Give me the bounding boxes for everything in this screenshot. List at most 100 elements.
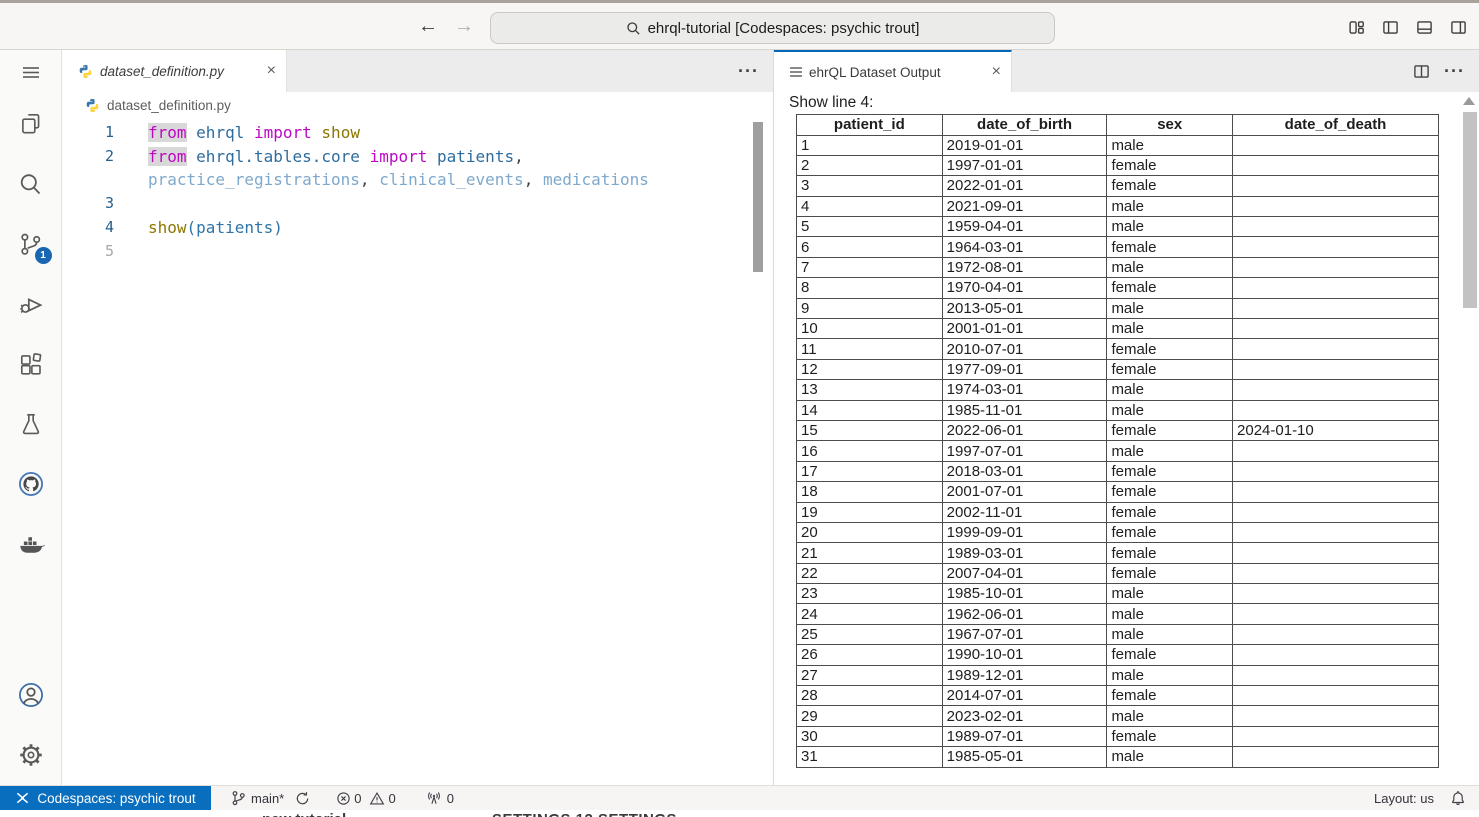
webview-scrollbar[interactable] xyxy=(1463,112,1477,308)
table-cell: female xyxy=(1107,339,1233,359)
keyboard-layout-status[interactable]: Layout: us xyxy=(1374,791,1434,806)
line-number xyxy=(62,168,114,192)
toggle-sidebar-icon[interactable] xyxy=(1382,19,1399,36)
sidebar-item-testing[interactable] xyxy=(0,394,62,454)
table-cell: 1989-07-01 xyxy=(942,726,1107,746)
table-cell xyxy=(1233,339,1439,359)
table-cell: 1985-11-01 xyxy=(942,400,1107,420)
close-icon[interactable] xyxy=(267,63,276,79)
table-cell xyxy=(1233,319,1439,339)
github-icon xyxy=(17,470,45,498)
breadcrumb-file[interactable]: dataset_definition.py xyxy=(107,98,231,113)
tab-dataset-definition[interactable]: dataset_definition.py xyxy=(62,50,287,92)
table-cell: 30 xyxy=(797,726,943,746)
table-cell xyxy=(1233,706,1439,726)
warning-count: 0 xyxy=(388,791,395,806)
output-heading: Show line 4: xyxy=(789,94,1479,113)
customize-layout-icon[interactable] xyxy=(1348,19,1365,36)
editor-actions-more-icon[interactable] xyxy=(738,61,759,82)
table-cell: 22 xyxy=(797,563,943,583)
table-row: 92013-05-01male xyxy=(797,298,1439,318)
table-cell: male xyxy=(1107,196,1233,216)
account-button[interactable] xyxy=(0,665,62,725)
account-icon xyxy=(17,681,45,709)
sidebar-item-run-debug[interactable] xyxy=(0,274,62,334)
table-header-row: patient_iddate_of_birthsexdate_of_death xyxy=(797,115,1439,136)
editor-tab-bar: dataset_definition.py xyxy=(62,50,773,92)
table-cell: 2002-11-01 xyxy=(942,502,1107,522)
code-text: from ehrql.tables.core import patients, xyxy=(114,145,524,169)
table-cell xyxy=(1233,482,1439,502)
table-cell: 29 xyxy=(797,706,943,726)
split-editor-icon[interactable] xyxy=(1413,63,1430,80)
table-cell: 1972-08-01 xyxy=(942,257,1107,277)
notifications-bell-icon[interactable] xyxy=(1450,790,1466,806)
testing-icon xyxy=(18,411,44,437)
sidebar-item-explorer[interactable] xyxy=(0,94,62,154)
tab-ehrql-dataset-output[interactable]: ehrQL Dataset Output xyxy=(774,50,1012,92)
table-cell: 25 xyxy=(797,624,943,644)
panel-more-icon[interactable] xyxy=(1444,61,1465,82)
scroll-up-arrow-icon[interactable] xyxy=(1463,97,1475,105)
editor-scrollbar[interactable] xyxy=(753,122,763,272)
table-row: 42021-09-01male xyxy=(797,196,1439,216)
table-row: 32022-01-01female xyxy=(797,176,1439,196)
menu-icon xyxy=(19,60,43,84)
table-cell: female xyxy=(1107,522,1233,542)
table-row: 211989-03-01female xyxy=(797,543,1439,563)
table-cell: female xyxy=(1107,461,1233,481)
table-cell: 1989-12-01 xyxy=(942,665,1107,685)
table-cell: 5 xyxy=(797,217,943,237)
table-row: 112010-07-01female xyxy=(797,339,1439,359)
table-cell: male xyxy=(1107,584,1233,604)
table-cell: 2022-01-01 xyxy=(942,176,1107,196)
code-line[interactable]: 2from ehrql.tables.core import patients, xyxy=(62,145,773,169)
table-cell: male xyxy=(1107,706,1233,726)
forward-arrow-icon[interactable]: → xyxy=(454,15,474,38)
table-cell: male xyxy=(1107,604,1233,624)
branch-status[interactable]: main* xyxy=(231,790,310,806)
table-cell xyxy=(1233,135,1439,155)
code-line[interactable]: 3 xyxy=(62,192,773,216)
table-cell xyxy=(1233,461,1439,481)
code-text: practice_registrations, clinical_events,… xyxy=(114,168,649,192)
code-line[interactable]: 1from ehrql import show xyxy=(62,121,773,145)
sidebar-item-source-control[interactable]: 1 xyxy=(0,214,62,274)
sidebar-item-search[interactable] xyxy=(0,154,62,214)
table-cell xyxy=(1233,665,1439,685)
code-editor[interactable]: 1from ehrql import show2from ehrql.table… xyxy=(62,118,773,785)
settings-button[interactable] xyxy=(0,725,62,785)
table-cell: 1962-06-01 xyxy=(942,604,1107,624)
command-center-search[interactable]: ehrql-tutorial [Codespaces: psychic trou… xyxy=(490,12,1055,44)
sidebar-item-docker[interactable] xyxy=(0,514,62,574)
toggle-panel-icon[interactable] xyxy=(1416,19,1433,36)
menu-button[interactable] xyxy=(0,50,62,94)
remote-indicator[interactable]: Codespaces: psychic trout xyxy=(0,786,211,810)
git-branch-icon xyxy=(231,790,246,806)
settings-gear-icon xyxy=(17,741,45,769)
table-cell: 24 xyxy=(797,604,943,624)
sidebar-item-github[interactable] xyxy=(0,454,62,514)
table-row: 12019-01-01male xyxy=(797,135,1439,155)
code-line[interactable]: 5 xyxy=(62,240,773,264)
table-row: 311985-05-01male xyxy=(797,747,1439,767)
table-cell xyxy=(1233,543,1439,563)
ports-status[interactable]: 0 xyxy=(426,791,454,806)
back-arrow-icon[interactable]: ← xyxy=(418,15,438,38)
code-line[interactable]: 4show(patients) xyxy=(62,216,773,240)
table-cell: 1 xyxy=(797,135,943,155)
code-line[interactable]: practice_registrations, clinical_events,… xyxy=(62,168,773,192)
breadcrumb[interactable]: dataset_definition.py xyxy=(62,92,773,118)
table-cell: male xyxy=(1107,217,1233,237)
table-cell: male xyxy=(1107,257,1233,277)
table-cell xyxy=(1233,522,1439,542)
sidebar-item-extensions[interactable] xyxy=(0,334,62,394)
close-icon[interactable] xyxy=(992,64,1001,80)
table-cell: 9 xyxy=(797,298,943,318)
output-tab-bar: ehrQL Dataset Output xyxy=(774,50,1479,92)
problems-status[interactable]: 0 0 xyxy=(336,791,395,806)
sync-icon[interactable] xyxy=(295,791,310,806)
toggle-secondary-sidebar-icon[interactable] xyxy=(1450,19,1467,36)
column-header: date_of_death xyxy=(1233,115,1439,136)
table-cell: male xyxy=(1107,319,1233,339)
